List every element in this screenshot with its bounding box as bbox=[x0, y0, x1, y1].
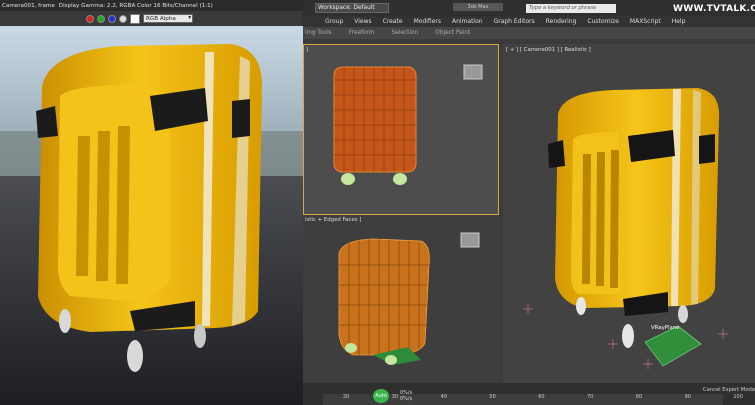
tick-label: 60 bbox=[538, 394, 545, 400]
channel-select[interactable]: RGB Alpha bbox=[143, 14, 193, 23]
alpha-channel-icon[interactable] bbox=[119, 14, 127, 23]
shaded-wire-suitcase bbox=[338, 232, 480, 365]
viewport-perspective[interactable]: lstic + Edged Faces ] bbox=[303, 215, 499, 383]
tab-selection[interactable]: Selection bbox=[392, 30, 419, 36]
cancel-expert-mode-button[interactable]: Cancel Expert Mode bbox=[703, 387, 755, 393]
viewport-top-label[interactable]: ] bbox=[306, 47, 308, 53]
tick-label: 70 bbox=[586, 394, 594, 400]
window-title: 3ds Max bbox=[453, 3, 503, 11]
max-application: Workspace: Default 3ds Max Type a keywor… bbox=[303, 0, 755, 405]
red-channel-icon[interactable] bbox=[86, 14, 94, 23]
menu-rendering[interactable]: Rendering bbox=[546, 18, 577, 25]
auto-key-button[interactable]: Auto bbox=[373, 389, 389, 403]
frame-buffer-titlebar: Camera001, frame Display Gamma: 2.2, RGB… bbox=[0, 0, 303, 11]
menu-views[interactable]: Views bbox=[354, 18, 371, 25]
rendered-suitcase bbox=[0, 26, 303, 405]
workspace-dropdown[interactable]: Workspace: Default bbox=[315, 3, 389, 13]
menu-animation[interactable]: Animation bbox=[452, 18, 483, 25]
search-input[interactable]: Type a keyword or phrase bbox=[526, 4, 616, 13]
frame-buffer-toolbar: RGB Alpha bbox=[0, 11, 303, 26]
viewport-camera-label[interactable]: [ + ] [ Camera001 ] [ Realistic ] bbox=[506, 47, 591, 53]
tab-modeling-tools[interactable]: ling Tools bbox=[305, 30, 332, 36]
display-info: Display Gamma: 2.2, RGBA Color 16 Bits/C… bbox=[58, 2, 213, 9]
menu-help[interactable]: Help bbox=[672, 18, 686, 25]
realistic-suitcase bbox=[523, 88, 728, 369]
ribbon-tabs: ling Tools Freeform Selection Object Pai… bbox=[303, 27, 755, 39]
frame-buffer-tab[interactable]: Camera001, frame bbox=[2, 3, 55, 9]
tab-freeform[interactable]: Freeform bbox=[349, 30, 375, 36]
tick-label: 100 bbox=[733, 394, 743, 400]
menu-maxscript[interactable]: MAXScript bbox=[630, 18, 661, 25]
viewport-top[interactable]: ] bbox=[303, 44, 499, 215]
watermark-text: WWW.TVTALK.CN bbox=[673, 4, 755, 14]
menu-modifiers[interactable]: Modifiers bbox=[414, 18, 441, 25]
title-bar: Workspace: Default 3ds Max Type a keywor… bbox=[303, 0, 755, 16]
vray-plane-label: VRayPlane bbox=[651, 325, 680, 331]
color-swatch[interactable] bbox=[130, 13, 140, 24]
tick-label: 80 bbox=[635, 394, 643, 400]
viewport-perspective-label[interactable]: lstic + Edged Faces ] bbox=[305, 217, 361, 223]
tick-label: 90 bbox=[684, 394, 691, 400]
menu-customize[interactable]: Customize bbox=[587, 18, 619, 25]
menu-group[interactable]: Group bbox=[325, 18, 343, 25]
rate-readout-2: 0%/s bbox=[400, 396, 413, 402]
tick-label: 20 bbox=[343, 394, 350, 400]
menu-bar: Group Views Create Modifiers Animation G… bbox=[303, 16, 755, 27]
tick-label: 30 bbox=[391, 394, 399, 400]
menu-graph-editors[interactable]: Graph Editors bbox=[494, 18, 535, 25]
tab-object-paint[interactable]: Object Paint bbox=[435, 30, 470, 36]
frame-buffer-window: Camera001, frame Display Gamma: 2.2, RGB… bbox=[0, 0, 303, 405]
viewport-camera[interactable]: [ + ] [ Camera001 ] [ Realistic ] VRayPl… bbox=[503, 44, 755, 383]
rendered-image bbox=[0, 26, 303, 405]
menu-create[interactable]: Create bbox=[383, 18, 403, 25]
blue-channel-icon[interactable] bbox=[108, 14, 116, 23]
tick-label: 50 bbox=[489, 394, 496, 400]
wireframe-suitcase-front bbox=[333, 64, 483, 185]
green-channel-icon[interactable] bbox=[97, 14, 105, 23]
tick-label: 40 bbox=[440, 394, 447, 400]
